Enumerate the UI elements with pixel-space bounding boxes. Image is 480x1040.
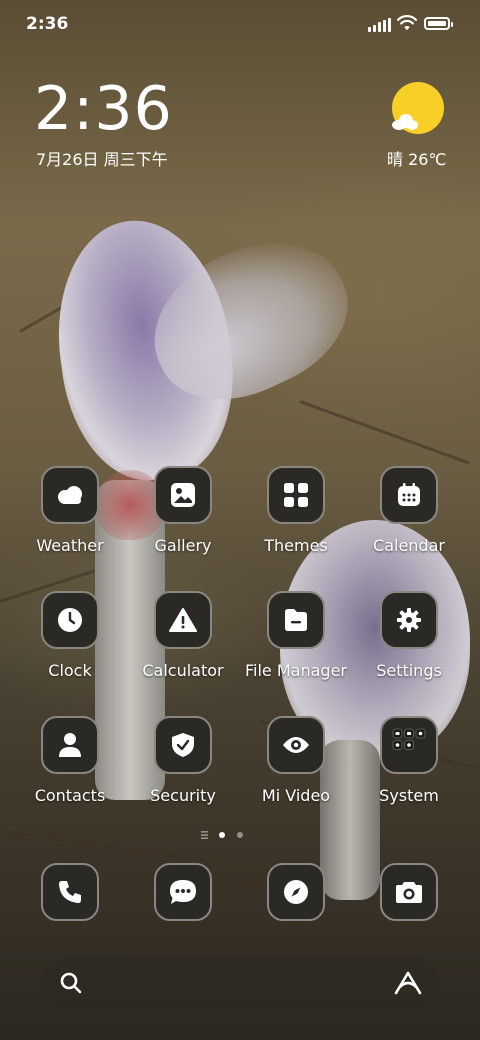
app-gallery[interactable]: Gallery: [128, 466, 238, 555]
dock-browser[interactable]: [241, 863, 351, 921]
assistant-icon[interactable]: [394, 971, 422, 995]
app-label: File Manager: [245, 661, 347, 680]
status-time: 2:36: [26, 14, 69, 34]
dock-phone[interactable]: [15, 863, 125, 921]
app-settings[interactable]: Settings: [354, 591, 464, 680]
app-label: Calendar: [373, 536, 445, 555]
app-mi-video[interactable]: Mi Video: [241, 716, 351, 805]
signal-icon: [368, 18, 392, 32]
app-file-manager[interactable]: File Manager: [241, 591, 351, 680]
browser-icon[interactable]: [267, 863, 325, 921]
app-label: Clock: [48, 661, 92, 680]
camera-icon[interactable]: [380, 863, 438, 921]
gallery-icon[interactable]: [154, 466, 212, 524]
page-dot: [237, 832, 243, 838]
app-label: Weather: [36, 536, 104, 555]
calculator-icon[interactable]: [154, 591, 212, 649]
app-label: Calculator: [142, 661, 224, 680]
app-label: System: [379, 786, 439, 805]
wifi-icon: [396, 15, 418, 31]
contacts-icon[interactable]: [41, 716, 99, 774]
clock-widget-time[interactable]: 2:36: [34, 74, 173, 144]
settings-icon[interactable]: [380, 591, 438, 649]
page-dot-active: [219, 832, 225, 838]
app-themes[interactable]: Themes: [241, 466, 351, 555]
weather-icon[interactable]: [41, 466, 99, 524]
themes-icon[interactable]: [267, 466, 325, 524]
app-label: Themes: [264, 536, 328, 555]
app-label: Settings: [376, 661, 442, 680]
dock-messages[interactable]: [128, 863, 238, 921]
app-security[interactable]: Security: [128, 716, 238, 805]
mi-video-icon[interactable]: [267, 716, 325, 774]
weather-text: 晴 26℃: [387, 150, 447, 169]
system-folder-icon[interactable]: [380, 716, 438, 774]
messages-icon[interactable]: [154, 863, 212, 921]
status-bar: 2:36: [0, 0, 480, 50]
app-label: Security: [150, 786, 216, 805]
calendar-icon[interactable]: [380, 466, 438, 524]
search-icon[interactable]: [60, 972, 82, 994]
app-contacts[interactable]: Contacts: [15, 716, 125, 805]
app-clock[interactable]: Clock: [15, 591, 125, 680]
app-label: Gallery: [154, 536, 212, 555]
app-calendar[interactable]: Calendar: [354, 466, 464, 555]
security-icon[interactable]: [154, 716, 212, 774]
page-indicator[interactable]: [200, 829, 260, 841]
cloud-icon: [392, 114, 420, 130]
battery-icon: [424, 17, 453, 30]
file-manager-icon[interactable]: [267, 591, 325, 649]
app-label: Contacts: [34, 786, 106, 805]
home-page-indicator-icon: [201, 831, 208, 839]
app-weather[interactable]: Weather: [15, 466, 125, 555]
app-calculator[interactable]: Calculator: [128, 591, 238, 680]
dock-camera[interactable]: [354, 863, 464, 921]
phone-icon[interactable]: [41, 863, 99, 921]
app-label: Mi Video: [261, 786, 331, 805]
clock-icon[interactable]: [41, 591, 99, 649]
app-system-folder[interactable]: System: [354, 716, 464, 805]
search-bar[interactable]: [40, 958, 440, 1008]
clock-widget-date: 7月26日 周三下午: [36, 150, 168, 169]
